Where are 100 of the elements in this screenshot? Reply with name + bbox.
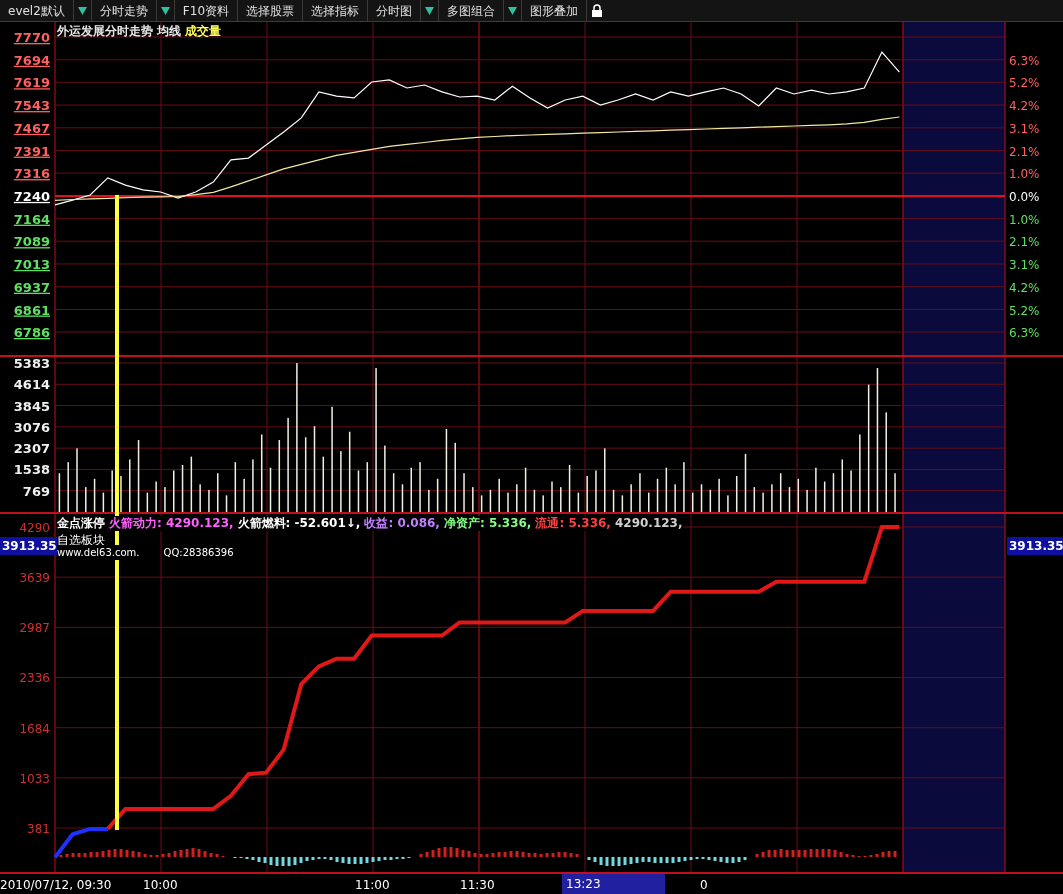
axis-label: 3076	[13, 419, 50, 435]
toolbar-menu-item[interactable]: 分时走势	[91, 0, 157, 21]
percent-label: 1.0%	[1009, 212, 1040, 227]
percent-label: 3.1%	[1009, 121, 1040, 136]
volume-bar	[392, 473, 395, 512]
volume-bar	[797, 478, 800, 512]
dropdown-arrow-icon[interactable]	[508, 6, 517, 15]
dropdown-arrow-icon[interactable]	[425, 6, 434, 15]
toolbar-menu-item[interactable]: 多图组合	[439, 0, 504, 21]
cursor-value: 3913.35	[0, 537, 59, 555]
cursor-reading: 0	[700, 877, 708, 894]
axis-label: 2307	[13, 441, 50, 457]
toolbar-menu-item[interactable]: 选择指标	[303, 0, 368, 21]
volume-bar	[832, 473, 835, 512]
dropdown-arrow-icon[interactable]	[160, 6, 170, 15]
volume-bar	[401, 484, 404, 512]
volume-bar	[190, 456, 193, 512]
axis-label: 7543	[13, 98, 50, 114]
chart-title: 外运发展分时走势	[57, 24, 153, 38]
toolbar-menu-item[interactable]: F10资料	[174, 0, 238, 21]
percent-label: 4.2%	[1009, 99, 1040, 114]
percent-label: 6.3%	[1009, 326, 1040, 340]
volume-bar	[533, 489, 536, 512]
volume-bar	[709, 489, 712, 512]
axis-label: 3639	[19, 571, 50, 586]
percent-label: 4.2%	[1009, 280, 1040, 295]
chart-title: 成交量	[185, 24, 221, 38]
toolbar-menu-item[interactable]: evel2默认	[0, 0, 74, 21]
axis-label: 1033	[19, 771, 50, 786]
axis-label: 7089	[13, 234, 50, 250]
time-label: 2010/07/12, 09:30	[0, 877, 112, 894]
axis-label: 2987	[19, 621, 50, 636]
legend-item: 金点涨停	[57, 516, 105, 531]
legend-item: 收益: 0.086,	[364, 516, 440, 531]
axis-label: 769	[22, 483, 50, 499]
volume-bar	[269, 467, 272, 512]
percent-label: 2.1%	[1009, 235, 1040, 250]
legend-item: 火箭动力: 4290.123,	[109, 516, 234, 531]
axis-label: 6861	[13, 302, 50, 318]
percent-label: 6.3%	[1009, 53, 1040, 68]
legend-item: 流通: 5.336,	[535, 516, 611, 531]
lock-icon[interactable]	[591, 3, 603, 18]
dropdown-arrow-icon[interactable]	[77, 6, 87, 15]
toolbar-menu-item[interactable]: 分时图	[368, 0, 421, 21]
volume-bar	[137, 440, 140, 512]
axis-label: 3845	[13, 398, 50, 414]
volume-bar	[788, 487, 791, 512]
axis-label: 1684	[19, 721, 50, 736]
volume-bar	[225, 495, 228, 512]
volume-bar	[234, 462, 237, 512]
volume-bar	[744, 453, 747, 512]
volume-bar	[735, 476, 738, 512]
percent-label: 0.0%	[1009, 189, 1040, 204]
legend-item: 净资产: 5.336,	[443, 516, 532, 531]
axis-label: 2336	[19, 671, 50, 686]
volume-bar	[357, 470, 360, 512]
volume-bar	[656, 478, 659, 512]
volume-bar	[665, 467, 668, 512]
volume-bar	[322, 456, 325, 512]
volume-bar	[524, 467, 527, 512]
axis-label: 7619	[13, 75, 50, 91]
toolbar-menu-item[interactable]: 选择股票	[238, 0, 303, 21]
percent-label: 5.2%	[1009, 303, 1040, 318]
volume-bar	[278, 440, 281, 512]
percent-label: 3.1%	[1009, 257, 1040, 272]
axis-label: 7164	[13, 211, 50, 227]
axis-label: 4614	[13, 377, 50, 393]
volume-bar	[181, 464, 184, 512]
axis-label: 1538	[13, 462, 50, 478]
axis-label: 7013	[13, 256, 50, 272]
volume-bar	[436, 478, 439, 512]
volume-bar	[621, 495, 624, 512]
axis-label: 5383	[13, 356, 50, 371]
cursor-value: 3913.35	[1007, 537, 1063, 555]
volume-bar	[489, 489, 492, 512]
volume-bar	[146, 492, 149, 512]
axis-label: 4290	[19, 521, 50, 535]
volume-bar	[480, 495, 483, 512]
volume-bar	[753, 487, 756, 512]
axis-label: 7391	[13, 143, 50, 159]
volume-bar	[612, 489, 615, 512]
axis-label: 6786	[13, 325, 50, 340]
time-label: 10:00	[143, 877, 178, 894]
time-label: 13:23	[562, 874, 665, 894]
toolbar-menu-item[interactable]: 图形叠加	[522, 0, 587, 21]
legend-item: 火箭燃料: -52.601↓,	[237, 516, 361, 531]
time-label: 11:00	[355, 877, 390, 894]
volume-bar	[700, 484, 703, 512]
percent-label: 1.0%	[1009, 167, 1040, 182]
axis-label: 7770	[13, 30, 50, 45]
volume-bar	[102, 492, 105, 512]
volume-bar	[779, 473, 782, 512]
axis-label: 7316	[13, 166, 50, 182]
percent-label: 2.1%	[1009, 144, 1040, 159]
legend-item: 4290.123,	[614, 516, 683, 531]
axis-label: 7467	[13, 120, 50, 136]
axis-label: 7694	[13, 52, 50, 68]
volume-bar	[577, 492, 580, 512]
axis-label: 6937	[13, 279, 50, 295]
volume-bar	[58, 473, 61, 512]
